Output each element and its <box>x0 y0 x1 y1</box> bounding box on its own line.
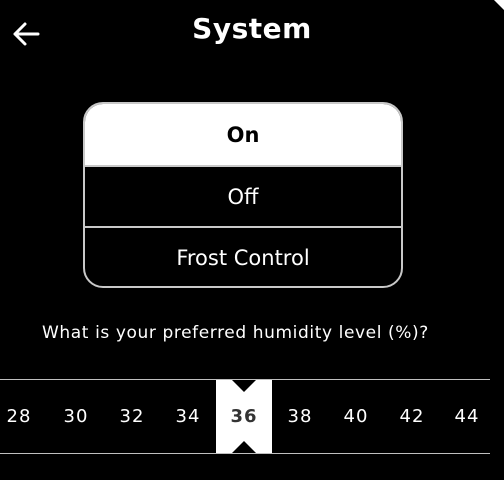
humidity-value-38[interactable]: 38 <box>280 380 320 453</box>
corner-marker <box>494 0 504 10</box>
humidity-value-42[interactable]: 42 <box>392 380 432 453</box>
option-label: On <box>226 122 260 147</box>
humidity-value-30[interactable]: 30 <box>56 380 96 453</box>
humidity-value-40[interactable]: 40 <box>336 380 376 453</box>
humidity-value-32[interactable]: 32 <box>112 380 152 453</box>
option-label: Frost Control <box>176 245 310 270</box>
system-screen: System On Off Frost Control What is your… <box>0 0 504 480</box>
option-off[interactable]: Off <box>85 165 401 226</box>
humidity-value-44[interactable]: 44 <box>447 380 487 453</box>
humidity-value-34[interactable]: 34 <box>168 380 208 453</box>
system-mode-selector: On Off Frost Control <box>83 102 403 288</box>
option-label: Off <box>227 184 259 209</box>
humidity-question: What is your preferred humidity level (%… <box>42 323 429 343</box>
humidity-value-28[interactable]: 28 <box>0 380 39 453</box>
humidity-value-36[interactable]: 36 <box>224 380 264 453</box>
page-title: System <box>192 12 312 45</box>
humidity-picker[interactable]: 28 30 32 34 36 38 40 42 44 <box>0 379 490 454</box>
option-on[interactable]: On <box>85 104 401 165</box>
option-frost-control[interactable]: Frost Control <box>85 226 401 286</box>
